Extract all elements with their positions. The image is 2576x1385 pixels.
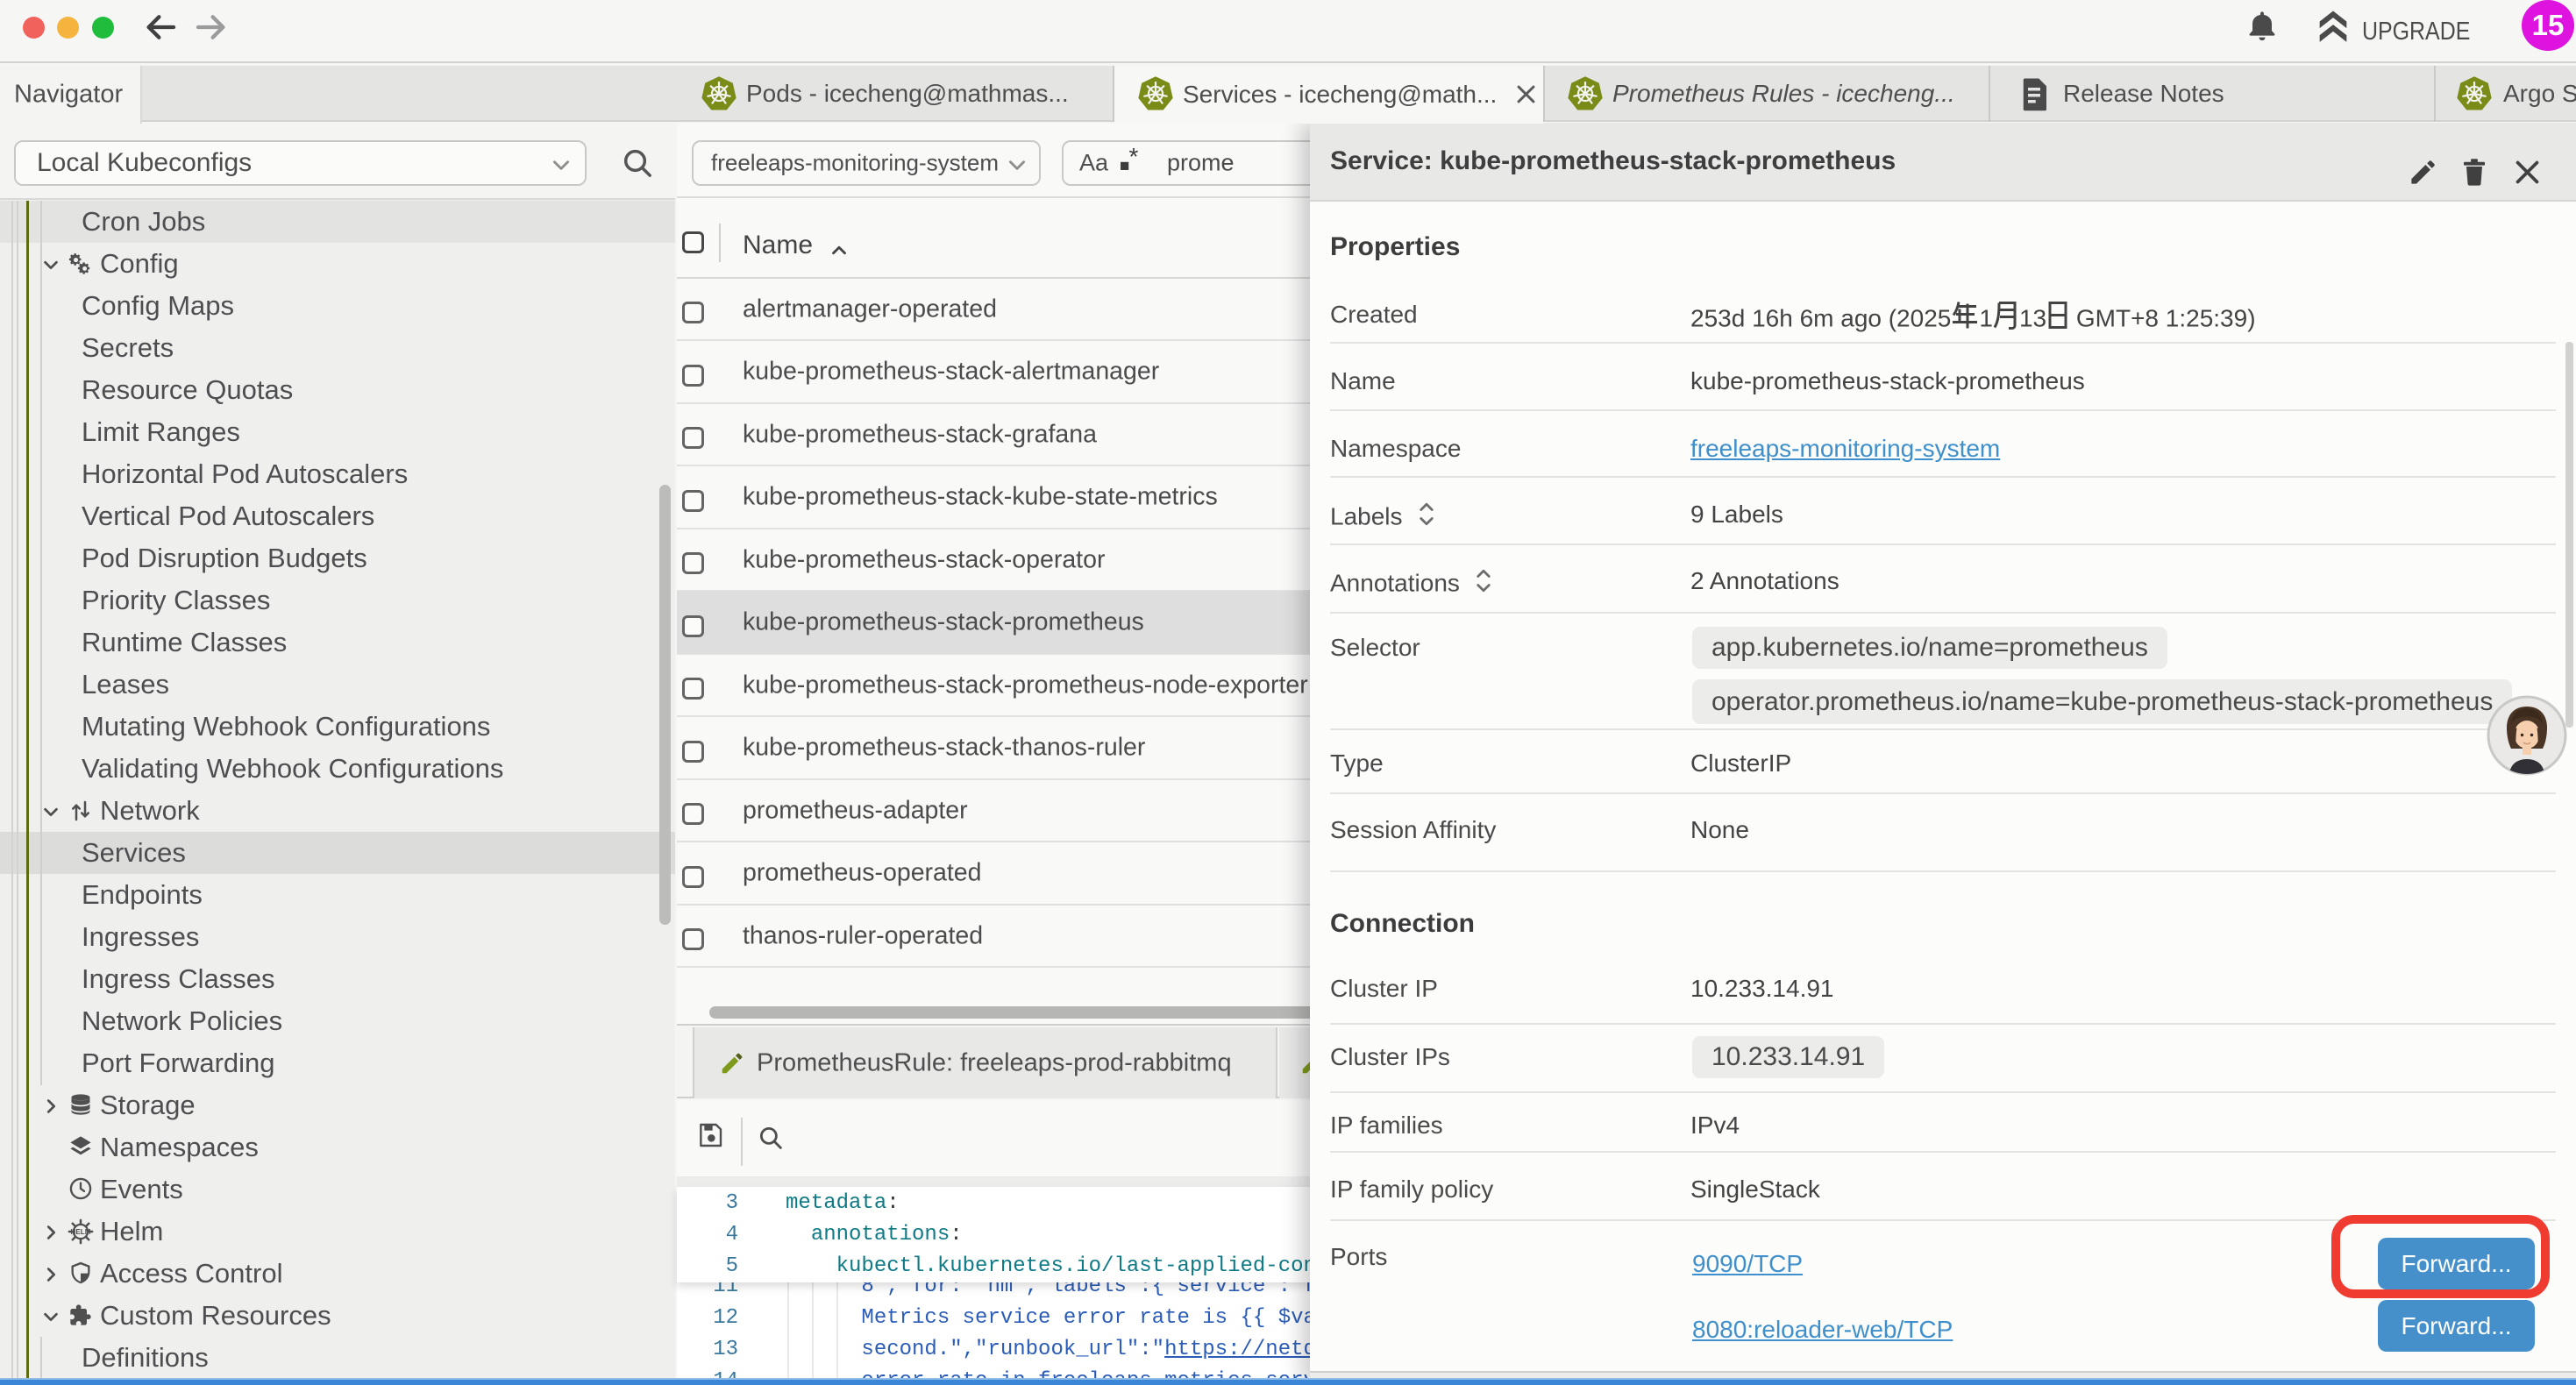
- svg-text:HELM: HELM: [71, 1228, 91, 1236]
